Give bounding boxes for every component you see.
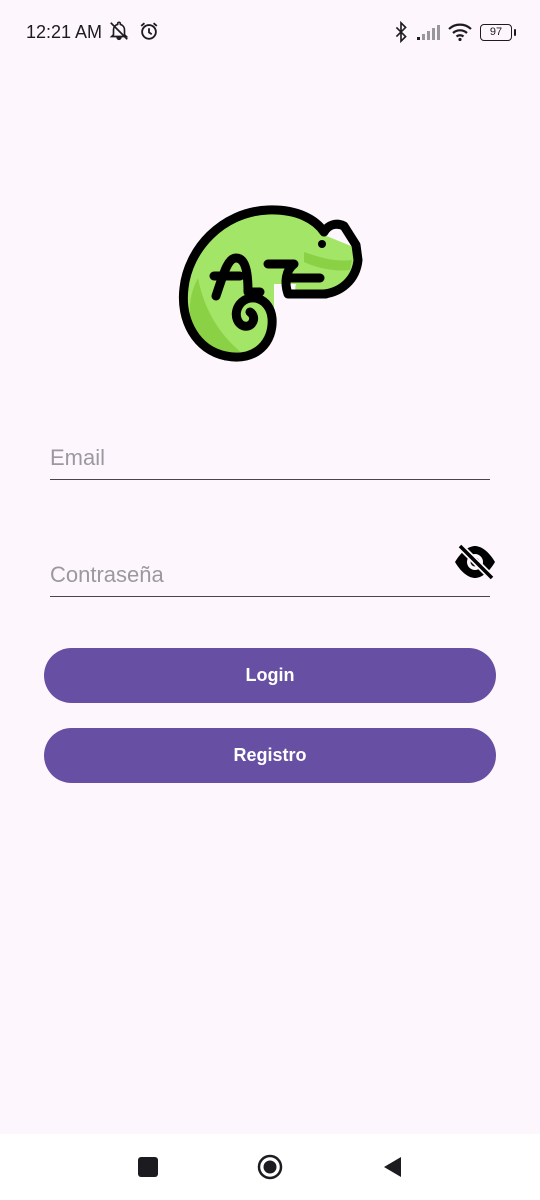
status-time: 12:21 AM bbox=[26, 22, 103, 42]
register-button[interactable]: Registro bbox=[44, 728, 496, 783]
chameleon-icon bbox=[178, 205, 363, 362]
status-bar: 12:21 AM 97 bbox=[0, 0, 540, 66]
wifi-icon bbox=[448, 23, 472, 41]
battery-icon: 97 bbox=[480, 23, 516, 41]
email-field[interactable] bbox=[50, 422, 490, 480]
password-input[interactable] bbox=[50, 558, 424, 592]
alarm-icon bbox=[140, 22, 158, 40]
bluetooth-icon bbox=[395, 21, 407, 43]
email-input[interactable] bbox=[50, 441, 490, 475]
navigation-bar bbox=[0, 1134, 540, 1200]
login-button[interactable]: Login bbox=[44, 648, 496, 703]
visibility-off-icon[interactable] bbox=[452, 542, 498, 582]
recents-square-icon[interactable] bbox=[135, 1154, 161, 1180]
password-field[interactable] bbox=[50, 539, 495, 597]
cellular-signal-icon bbox=[417, 25, 440, 40]
back-triangle-icon[interactable] bbox=[380, 1154, 406, 1180]
muted-notifications-icon bbox=[109, 21, 129, 41]
home-circle-icon[interactable] bbox=[257, 1154, 283, 1180]
